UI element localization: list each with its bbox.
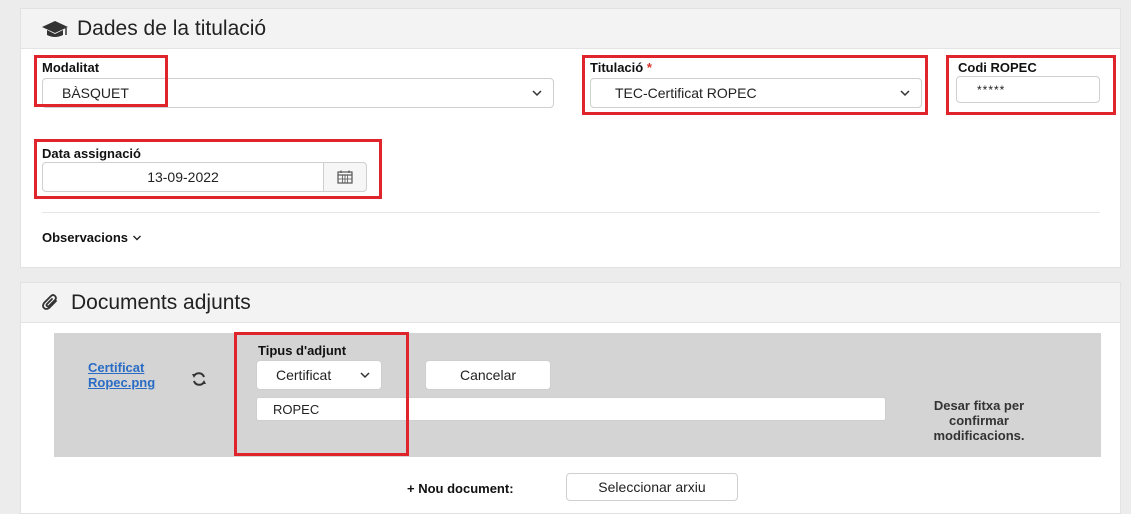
tipus-adjunt-value: Certificat [276,367,332,383]
data-assignacio-value: 13-09-2022 [147,169,219,185]
file-link[interactable]: Certificat Ropec.png [88,360,155,390]
chevron-down-icon [900,90,910,97]
new-document-label: + Nou document: [407,481,514,496]
codi-ropec-label: Codi ROPEC [958,60,1037,75]
observacions-toggle[interactable]: Observacions [42,230,142,245]
modalitat-select[interactable]: BÀSQUET [42,78,554,108]
tipus-adjunt-select[interactable]: Certificat [256,360,382,390]
titulacio-header: Dades de la titulació [21,9,1120,49]
modalitat-label: Modalitat [42,60,100,75]
modalitat-value: BÀSQUET [62,85,129,101]
calendar-icon [337,170,353,184]
graduation-cap-icon [41,19,69,39]
attachment-description-input[interactable]: ROPEC [256,397,886,421]
save-note: Desar fitxa per confirmar modificacions. [933,398,1025,443]
titulacio-label: Titulació * [590,60,652,75]
titulacio-title: Dades de la titulació [77,16,267,40]
observacions-label: Observacions [42,230,128,245]
titulacio-value: TEC-Certificat ROPEC [615,85,757,101]
data-assignacio-input[interactable]: 13-09-2022 [42,162,324,192]
documents-title: Documents adjunts [71,290,251,314]
refresh-icon[interactable] [191,371,207,387]
chevron-down-icon [133,235,141,240]
titulacio-select[interactable]: TEC-Certificat ROPEC [590,78,922,108]
chevron-down-icon [360,372,370,379]
paperclip-icon [41,293,63,313]
chevron-down-icon [532,90,542,97]
attachment-description-value: ROPEC [273,401,320,417]
select-file-button[interactable]: Seleccionar arxiu [566,473,738,501]
documents-header: Documents adjunts [21,283,1120,323]
section-divider [42,212,1100,213]
calendar-button[interactable] [323,162,367,192]
cancel-button[interactable]: Cancelar [425,360,551,390]
titulacio-card: Dades de la titulació [20,8,1121,268]
required-mark: * [646,60,652,75]
tipus-adjunt-label: Tipus d'adjunt [258,343,347,358]
data-assignacio-label: Data assignació [42,146,141,161]
codi-ropec-input[interactable]: ***** [956,76,1100,103]
codi-ropec-value: ***** [977,82,1006,97]
